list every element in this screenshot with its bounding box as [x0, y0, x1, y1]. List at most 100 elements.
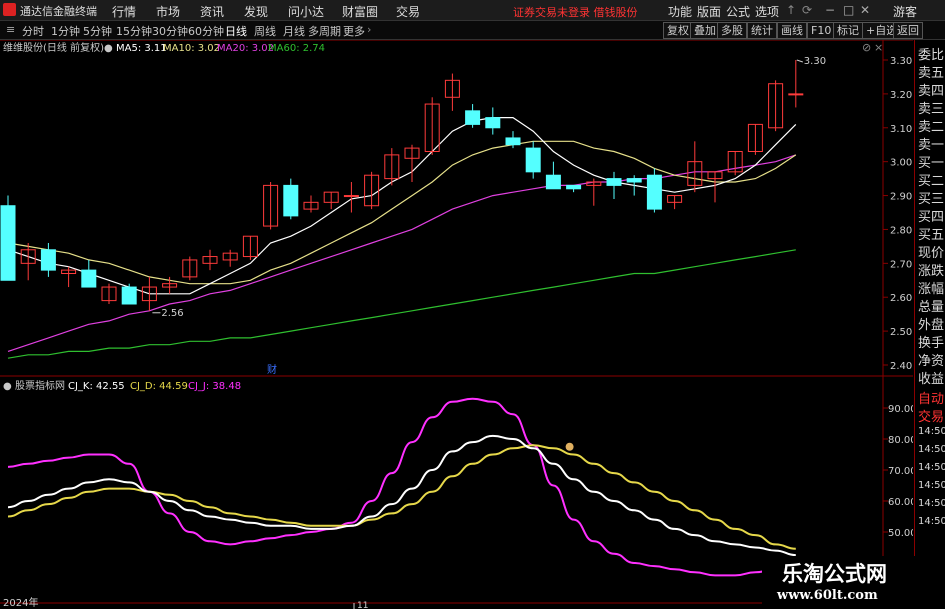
chart-settings-icon[interactable]: ≡	[6, 23, 15, 36]
quote-label: 外盘	[918, 318, 945, 333]
settings-dot-icon[interactable]: ●	[3, 381, 12, 392]
period-tab[interactable]: 60分钟	[188, 23, 224, 39]
period-tab[interactable]: 分时	[22, 23, 44, 39]
more-periods-tab[interactable]: 更多	[343, 23, 365, 39]
auto-trade-label[interactable]: 自动	[918, 388, 944, 407]
quote-label: 买三	[918, 192, 945, 207]
tick-time: 14:50	[918, 516, 945, 527]
candle-body	[121, 286, 137, 305]
guest-label[interactable]: 游客	[893, 3, 917, 20]
period-tab[interactable]: 周线	[254, 23, 276, 39]
period-tab[interactable]: 30分钟	[152, 23, 188, 39]
settings-dot-icon[interactable]: ●	[104, 43, 113, 54]
app-title: 通达信金融终端	[20, 5, 97, 18]
y-tick-label: 80.00	[888, 435, 913, 446]
adjust-button[interactable]: 复权	[663, 22, 693, 39]
menu-news[interactable]: 资讯	[200, 3, 224, 20]
period-tab[interactable]: 1分钟	[51, 23, 80, 39]
tick-time: 14:50	[918, 426, 945, 437]
cj-j-label: CJ_J: 38.48	[188, 381, 241, 392]
quote-label: 净资	[918, 354, 945, 369]
finance-marker[interactable]: 财	[267, 363, 277, 376]
main-y-axis: 3.30 3.20 3.10 3.00 2.90 2.80 2.70 2.60 2.50 2.40	[883, 56, 912, 372]
auto-trade-label[interactable]: 交易	[918, 406, 944, 425]
y-tick-label: 90.00	[888, 404, 913, 415]
x-label-month: 11	[357, 601, 368, 609]
indicator-lines	[7, 397, 796, 577]
chart-area[interactable]: 维维股份(日线 前复权) ● MA5: 3.11 MA10: 3.02 MA20…	[0, 40, 913, 609]
y-tick-label: 2.90	[890, 192, 912, 203]
quote-label: 涨幅	[918, 282, 945, 297]
cj-j-line	[7, 397, 796, 577]
period-tab[interactable]: 5分钟	[83, 23, 112, 39]
candle-body	[505, 137, 521, 146]
y-tick-label: 2.80	[890, 225, 912, 236]
y-tick-label: 2.60	[890, 293, 912, 304]
cj-k-line	[7, 434, 796, 557]
y-tick-label: 60.00	[888, 497, 913, 508]
arrow-up-icon[interactable]: ↑	[786, 3, 796, 17]
x-label-year: 2024年	[3, 596, 38, 609]
ma10-line	[7, 140, 797, 285]
menu-wealth[interactable]: 财富圈	[342, 3, 378, 20]
draw-line-button[interactable]: 画线	[777, 22, 807, 39]
menu-formula[interactable]: 公式	[726, 3, 750, 20]
period-tab[interactable]: 月线	[283, 23, 305, 39]
high-pointer	[796, 59, 803, 63]
cj-k-label: CJ_K: 42.55	[68, 381, 125, 392]
cj-d-label: CJ_D: 44.59	[130, 381, 188, 392]
menu-function[interactable]: 功能	[668, 3, 692, 20]
tick-time: 14:50	[918, 498, 945, 509]
tick-time: 14:50	[918, 480, 945, 491]
ma-lines	[7, 116, 797, 359]
candle-body	[566, 184, 582, 190]
quote-label: 收益	[918, 372, 945, 387]
app-logo-icon	[3, 3, 16, 16]
menu-options[interactable]: 选项	[755, 3, 779, 20]
back-button[interactable]: 返回	[893, 22, 923, 39]
minimize-icon[interactable]: −	[825, 3, 835, 17]
period-tab-active[interactable]: 日线	[225, 23, 247, 39]
menu-trade[interactable]: 交易	[396, 3, 420, 20]
restore-icon[interactable]: □	[843, 3, 854, 17]
ma10-label: MA10: 3.02	[163, 43, 220, 54]
tick-time: 14:50	[918, 444, 945, 455]
y-tick-label: 2.40	[890, 361, 912, 372]
candle-body	[525, 147, 541, 173]
menu-discover[interactable]: 发现	[244, 3, 268, 20]
period-tab[interactable]: 多周期	[308, 23, 341, 39]
quote-label: 买二	[918, 174, 945, 189]
stats-button[interactable]: 统计	[747, 22, 777, 39]
menu-ask[interactable]: 问小达	[288, 3, 324, 20]
menu-layout[interactable]: 版面	[697, 3, 721, 20]
period-tab[interactable]: 15分钟	[116, 23, 152, 39]
y-tick-label: 3.30	[890, 56, 912, 67]
indicator-y-axis: 90.00 80.00 70.00 60.00 50.00	[883, 404, 913, 539]
ma5-label: MA5: 3.11	[116, 43, 167, 54]
close-panel-icon[interactable]: ×	[874, 41, 883, 54]
login-warning[interactable]: 证券交易未登录 借钱股份	[513, 4, 638, 20]
candle-body	[0, 205, 16, 281]
chevron-right-icon[interactable]: ›	[367, 23, 371, 36]
y-tick-label: 3.20	[890, 90, 912, 101]
stock-name: 维维股份(日线 前复权)	[3, 41, 104, 54]
candles	[0, 59, 804, 314]
candle-body	[40, 249, 56, 271]
indicator-name: 股票指标网	[15, 379, 65, 392]
mark-button[interactable]: 标记	[833, 22, 863, 39]
refresh-icon[interactable]: ⟳	[802, 3, 812, 17]
close-icon[interactable]: ✕	[860, 3, 870, 17]
candle-body	[283, 184, 299, 217]
y-tick-label: 70.00	[888, 466, 913, 477]
quote-label: 买一	[918, 156, 945, 171]
overlay-button[interactable]: 叠加	[690, 22, 720, 39]
menu-market[interactable]: 市场	[156, 3, 180, 20]
menu-quotes[interactable]: 行情	[112, 3, 136, 20]
y-tick-label: 2.50	[890, 327, 912, 338]
multi-stock-button[interactable]: 多股	[717, 22, 747, 39]
pin-icon[interactable]: ⊘	[862, 41, 871, 54]
ma60-label: MA60: 2.74	[268, 43, 325, 54]
f10-button[interactable]: F10	[807, 22, 836, 39]
candle-body	[788, 93, 804, 96]
watermark-title: 乐淘公式网	[782, 562, 887, 586]
